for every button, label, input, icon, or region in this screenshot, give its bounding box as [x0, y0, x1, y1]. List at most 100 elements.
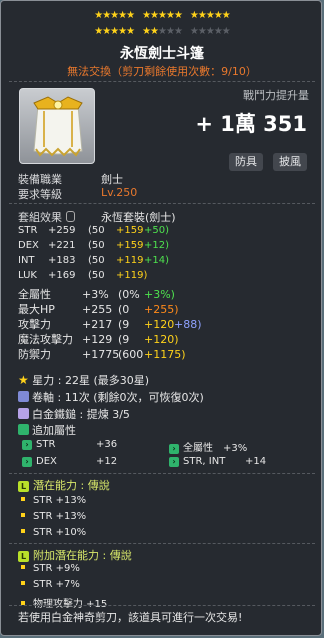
stat-base: (50 [88, 270, 105, 281]
divider [9, 203, 315, 204]
set-effect-label-text: 套組效果 [18, 211, 62, 224]
bonus-stat-icon [18, 424, 29, 435]
tag-armor: 防具 [229, 153, 263, 171]
tag-cape: 披風 [273, 153, 307, 171]
stat-bonus: +3%) [144, 288, 175, 301]
scroll-icon [18, 391, 29, 402]
stat-row-int: INT +183 (50 +119+14) [18, 255, 169, 266]
stat-row: 攻擊力 +217 (9 +120+88) [18, 316, 202, 332]
star-icon: ★ [150, 10, 159, 21]
trade-note: 無法交換（剪刀剩餘使用次數：9/10） [67, 65, 257, 78]
star-force-line: ★ 星力 : 22星 (最多30星) [18, 372, 149, 388]
stat-base: (9 [118, 333, 130, 346]
star-icon: ★ [110, 26, 119, 37]
additional-potential-line: STR +7% [21, 579, 80, 590]
bonus-stat-name: 全屬性 [183, 443, 213, 454]
star-icon: ★ [126, 26, 135, 37]
star-icon: ★ [221, 10, 231, 21]
star-icon: ★ [118, 26, 127, 37]
star-group: ★★★★★ [142, 9, 183, 22]
stat-total: +259 [48, 225, 76, 236]
stat-row: 全屬性 +3% (0% +3%) [18, 286, 175, 302]
potential-line-text: STR +13% [33, 495, 87, 506]
star-icon: ★ [102, 26, 111, 37]
star-icon: ★ [158, 10, 167, 21]
bonus-stat: › STR, INT +14 [169, 456, 266, 467]
stat-total: +217 [82, 318, 113, 331]
hammer-line: 白金鐵鎚 : 提煉 3/5 [18, 406, 130, 422]
additional-potential-label: 附加潛在能力 : 傳說 [33, 549, 132, 562]
scroll-text: 卷軸 : 11次 (剩餘0次，可恢復0次) [32, 391, 204, 404]
star-group: ★★★★★ [94, 25, 135, 38]
star-icon: ★ [189, 26, 199, 37]
set-effect-value: 永恆套裝(劍士) [101, 211, 176, 224]
bullet-icon [21, 529, 25, 533]
potential-label: 潛在能力 : 傳說 [33, 479, 110, 492]
bonus-stat-name: STR, INT [183, 456, 226, 467]
stat-name: LUK [18, 270, 37, 281]
bonus-stat-value: +12 [96, 456, 118, 467]
bonus-stat-name: DEX [36, 456, 57, 467]
stat-name: 全屬性 [18, 288, 51, 301]
divider [9, 81, 315, 82]
divider [9, 473, 315, 474]
star-icon: ★ [142, 26, 151, 37]
item-icon-frame [19, 88, 95, 164]
stat-name: INT [18, 255, 35, 266]
bonus-stat-value: +3% [223, 443, 248, 454]
stat-extra: +14) [144, 255, 170, 266]
star-icon: ★ [213, 26, 223, 37]
stat-row-str: STR +259 (50 +159+50) [18, 225, 169, 236]
stat-bonus: +120) [144, 333, 179, 346]
stat-base: (600 [118, 348, 144, 361]
stat-row: 魔法攻擊力 +129 (9 +120) [18, 331, 179, 347]
additional-potential-header: L 附加潛在能力 : 傳說 [18, 547, 132, 563]
stat-starforce: +119 [116, 255, 144, 266]
star-icon: ★ [102, 10, 111, 21]
additional-potential-line: STR +9% [21, 563, 80, 574]
stat-base: (50 [88, 225, 105, 236]
star-group: ★★★★★ [189, 25, 231, 38]
star-icon: ★ [165, 10, 175, 21]
stat-bonus-2: +88) [174, 318, 202, 331]
stat-base: (50 [88, 255, 105, 266]
stat-total: +129 [82, 333, 113, 346]
stat-total: +169 [48, 270, 76, 281]
star-group: ★★★★★ [142, 25, 183, 38]
stat-name: 最大HP [18, 303, 55, 316]
stat-starforce: +159 [116, 240, 144, 251]
star-icon: ★ [94, 10, 103, 21]
stat-total: +183 [48, 255, 76, 266]
star-icon: ★ [118, 10, 127, 21]
stat-total: +255 [82, 303, 113, 316]
item-tooltip: ★★★★★ ★★★★★ ★★★★★ ★★★★★ ★★★★★ ★★★★★ 永恆劍士斗篷 無… [0, 0, 322, 636]
stat-total: +221 [48, 240, 76, 251]
level-value: Lv.250 [101, 186, 138, 199]
job-label: 裝備職業 [18, 173, 62, 186]
star-icon: ★ [94, 26, 103, 37]
bullet-icon [21, 497, 25, 501]
arrow-icon: › [169, 457, 179, 467]
hammer-icon [18, 408, 29, 419]
stat-total: +3% [82, 288, 109, 301]
star-icon: ★ [221, 26, 231, 37]
stat-row: 防禦力 +1775(600+1175) [18, 346, 186, 362]
additional-potential-line: 物理攻擊力 +15 [21, 595, 107, 610]
stat-row: 最大HP +255 (0 +255) [18, 301, 179, 317]
stat-bonus: +255) [144, 303, 179, 316]
star-icon: ★ [165, 26, 175, 37]
potential-line: STR +13% [21, 495, 86, 506]
stat-base: (9 [118, 318, 130, 331]
mouse-icon [65, 211, 75, 222]
potential-line-text: STR +10% [33, 527, 87, 538]
potential-line: STR +10% [21, 527, 86, 538]
stat-name: STR [18, 225, 38, 236]
potential-line: STR +13% [21, 511, 86, 522]
hammer-text: 白金鐵鎚 : 提煉 3/5 [32, 408, 130, 421]
star-force-row-2: ★★★★★ ★★★★★ ★★★★★ [1, 25, 321, 38]
job-value: 劍士 [101, 173, 123, 186]
bonus-stats-label: 追加屬性 [18, 422, 76, 438]
star-group: ★★★★★ [94, 9, 135, 22]
divider [9, 605, 315, 606]
stat-row-dex: DEX +221 (50 +159+12) [18, 240, 169, 251]
